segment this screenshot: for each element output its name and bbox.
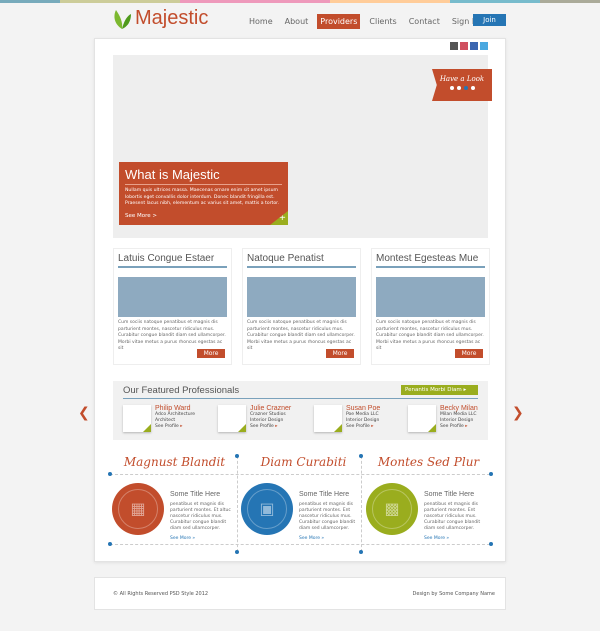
next-arrow-icon[interactable]: ❯: [512, 405, 524, 421]
service-block: Magnust Blandit ▦ Some Title Here penatib…: [112, 455, 237, 541]
service-text: penatibus et magnis dis parturient monte…: [299, 502, 356, 531]
slider-dot[interactable]: [449, 86, 454, 90]
tablet-icon: ▣: [247, 489, 287, 529]
service-text: penatibus et magnis dis parturient monte…: [170, 502, 231, 531]
divider: [110, 544, 490, 545]
service-title: Some Title Here: [424, 491, 475, 498]
see-profile-link[interactable]: See Profile ▸: [346, 424, 380, 430]
service-circle[interactable]: ▩: [366, 483, 418, 535]
dot-marker: [489, 472, 493, 476]
join-button[interactable]: Join: [473, 14, 506, 26]
featured-button-label: Penantis Morbi Diam: [405, 387, 462, 393]
more-button[interactable]: More: [197, 349, 225, 358]
card-title: Natoque Penatist: [247, 253, 356, 268]
professional[interactable]: Philip Ward Adco Architecture Architect See…: [123, 405, 195, 432]
hero-title: What is Majestic: [125, 167, 282, 185]
buildings-icon: ▦: [118, 489, 158, 529]
service-text: penatibus et magnis dis parturient monte…: [424, 502, 481, 531]
profile-thumbnail[interactable]: [123, 405, 151, 432]
service-heading: Diam Curabiti: [260, 455, 347, 469]
nav-providers[interactable]: Providers: [317, 14, 361, 29]
card-text: Cum sociis natoque penatibus et magnis d…: [376, 320, 484, 351]
professional-name[interactable]: Becky Milan: [440, 405, 478, 412]
more-button[interactable]: More: [326, 349, 354, 358]
content-card: Natoque Penatist Cum sociis natoque pena…: [242, 248, 361, 365]
leaf-icon: [114, 9, 131, 29]
pinterest-icon[interactable]: [460, 42, 468, 50]
dot-marker: [108, 542, 112, 546]
copyright: © All Rights Reserved PSD Style 2012: [113, 591, 209, 597]
service-title: Some Title Here: [170, 491, 221, 498]
featured-professionals: Our Featured Professionals Penantis Morb…: [113, 381, 488, 440]
content-card: Montest Egesteas Mue Cum sociis natoque …: [371, 248, 490, 365]
card-image: [376, 277, 485, 317]
card-image: [118, 277, 227, 317]
see-more-link[interactable]: See More »: [424, 536, 486, 541]
divider: [237, 456, 238, 552]
divider: [110, 474, 490, 475]
have-a-look-ribbon[interactable]: Have a Look: [432, 69, 492, 101]
top-stripe: [0, 0, 600, 3]
featured-title: Our Featured Professionals: [123, 385, 240, 396]
service-block: Diam Curabiti ▣ Some Title Here penatibus…: [241, 455, 366, 541]
hero-text: Nullam quis ultrices massa. Maecenas orn…: [125, 188, 280, 206]
dot-marker: [108, 472, 112, 476]
dot-marker: [235, 550, 239, 554]
divider: [123, 398, 478, 399]
profile-thumbnail[interactable]: [218, 405, 246, 432]
prev-arrow-icon[interactable]: ❮: [78, 405, 90, 421]
card-text: Cum sociis natoque penatibus et magnis d…: [247, 320, 355, 351]
see-profile-link[interactable]: See Profile ▸: [440, 424, 478, 430]
professional[interactable]: Susan Poe Poe Media LLC Interior Design See…: [314, 405, 380, 432]
profile-thumbnail[interactable]: [408, 405, 436, 432]
ribbon-label: Have a Look: [439, 75, 485, 83]
see-more-link[interactable]: See More »: [299, 536, 361, 541]
card-title: Latuis Congue Estaer: [118, 253, 227, 268]
nav-home[interactable]: Home: [246, 14, 276, 29]
professional[interactable]: Julie Crazner Crazner Studios Interior Des…: [218, 405, 291, 432]
dot-marker: [489, 542, 493, 546]
content-card: Latuis Congue Estaer Cum sociis natoque …: [113, 248, 232, 365]
card-image: [247, 277, 356, 317]
card-title: Montest Egesteas Mue: [376, 253, 485, 268]
nav-clients[interactable]: Clients: [366, 14, 399, 29]
facebook-icon[interactable]: [470, 42, 478, 50]
professional-name[interactable]: Philip Ward: [155, 405, 195, 412]
slider-dot[interactable]: [456, 86, 461, 90]
service-heading: Magnust Blandit: [123, 455, 226, 469]
professional[interactable]: Becky Milan Milan Media LLC Interior Desig…: [408, 405, 478, 432]
professional-name[interactable]: Julie Crazner: [250, 405, 291, 412]
google-plus-icon[interactable]: [450, 42, 458, 50]
see-more-link[interactable]: See More »: [170, 536, 232, 541]
twitter-icon[interactable]: [480, 42, 488, 50]
dot-marker: [359, 550, 363, 554]
profile-thumbnail[interactable]: [314, 405, 342, 432]
featured-button[interactable]: Penantis Morbi Diam ▸: [401, 385, 478, 395]
logo[interactable]: Majestic: [112, 7, 208, 30]
slider-dot[interactable]: [470, 86, 475, 90]
slider-dots: [432, 86, 492, 90]
slider-dot-active[interactable]: [463, 86, 468, 90]
footer: © All Rights Reserved PSD Style 2012 Des…: [94, 577, 506, 610]
hero-see-more-link[interactable]: See More >: [125, 213, 282, 219]
nav-about[interactable]: About: [282, 14, 312, 29]
design-credit[interactable]: Design by Some Company Name: [413, 591, 495, 597]
social-icons: [450, 42, 488, 50]
more-button[interactable]: More: [455, 349, 483, 358]
professional-name[interactable]: Susan Poe: [346, 405, 380, 412]
main-nav: Home About Providers Clients Contact Sig…: [246, 14, 482, 29]
service-circle[interactable]: ▣: [241, 483, 293, 535]
see-profile-link[interactable]: See Profile ▸: [250, 424, 291, 430]
hero-caption: What is Majestic Nullam quis ultrices ma…: [119, 162, 288, 225]
service-block: Montes Sed Plur ▩ Some Title Here penatib…: [366, 455, 491, 541]
logo-text: Majestic: [135, 7, 209, 29]
divider: [361, 456, 362, 552]
monitor-icon: ▩: [372, 489, 412, 529]
service-heading: Montes Sed Plur: [377, 455, 480, 469]
nav-contact[interactable]: Contact: [406, 14, 443, 29]
service-circle[interactable]: ▦: [112, 483, 164, 535]
see-profile-link[interactable]: See Profile ▸: [155, 424, 195, 430]
card-text: Cum sociis natoque penatibus et magnis d…: [118, 320, 226, 351]
service-title: Some Title Here: [299, 491, 350, 498]
